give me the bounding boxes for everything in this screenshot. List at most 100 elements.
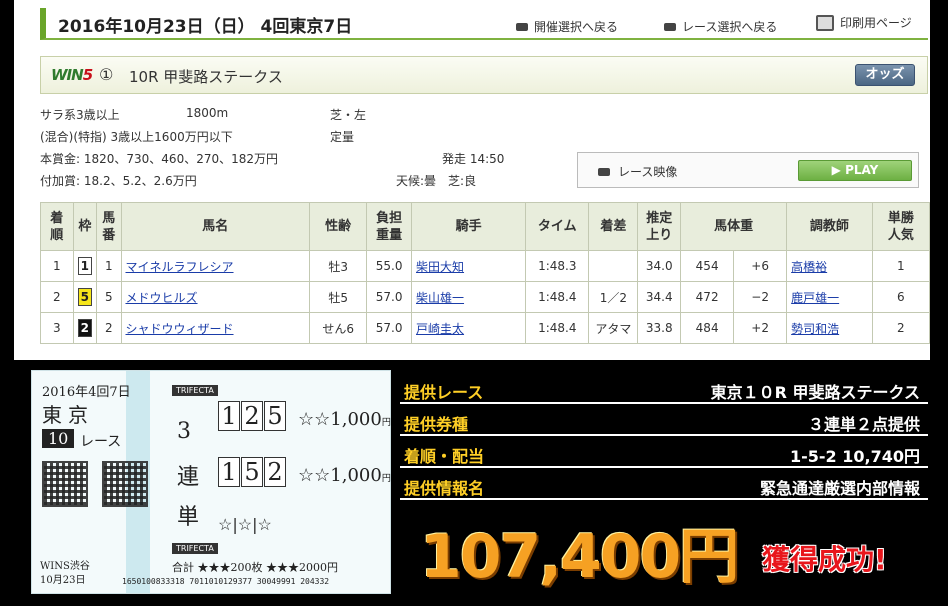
video-icon [516, 22, 528, 31]
ticket-stars: ☆|☆|☆ [218, 515, 272, 534]
horse-name-link[interactable]: マイネルラフレシア [126, 260, 234, 274]
ticket-total: 合計 ★★★200枚 ★★★2000円 [172, 561, 338, 574]
jockey-link[interactable]: 柴山雄一 [416, 291, 464, 305]
ticket-type-kanji-2: 連 [177, 465, 200, 490]
cell-pop: 1 [871, 250, 931, 282]
trainer-link[interactable]: 鹿戸雄一 [791, 291, 839, 305]
cell-pop: 6 [871, 281, 931, 313]
race-class: サラ系3歳以上 [40, 108, 120, 122]
ticket-type-bottom: TRIFECTA [172, 543, 218, 554]
waku-badge: 5 [77, 288, 92, 306]
cell-time: 1:48.4 [525, 312, 590, 344]
info-label: 提供券種 [404, 415, 469, 434]
table-row: 3 2 2 シャドウウィザード せん6 57.0 戸崎圭太 1:48.4 アタマ 33.8 484 +… [40, 312, 931, 344]
info-label: 提供情報名 [404, 479, 485, 498]
race-name: 10R 甲斐路ステークス [129, 68, 283, 86]
column-header: 単勝 人気 [871, 202, 931, 251]
qr-code-icon [42, 461, 88, 507]
info-row: 提供情報名 緊急通達厳選内部情報 [400, 470, 928, 500]
trainer-link[interactable]: 勢司和浩 [791, 322, 839, 336]
cell-agari: 34.0 [637, 250, 682, 282]
cell-agari: 34.4 [637, 281, 682, 313]
cell-kg: 55.0 [366, 250, 413, 282]
prize-money: 本賞金: 1820、730、460、270、182万円 [40, 152, 279, 166]
info-value: 東京１０R 甲斐路ステークス [710, 383, 920, 402]
cell-kg: 57.0 [366, 281, 413, 313]
ticket-type-top: TRIFECTA [172, 385, 218, 396]
cell-jockey: 戸崎圭太 [411, 312, 527, 344]
qr-code-icon [102, 461, 148, 507]
printer-icon [816, 14, 834, 31]
cell-horse: メドウヒルズ [120, 281, 311, 313]
table-header-row: 着 順枠馬 番馬名 性齢 負担 重量 騎手 タイム 着差 推定 上り 馬体重 調教師 単勝 人気 [40, 202, 931, 251]
cell-margin: 1／2 [588, 281, 639, 313]
info-label: 着順・配当 [404, 447, 485, 466]
cell-diff: +2 [733, 312, 788, 344]
ticket-type-kanji-3: 単 [177, 505, 200, 530]
cell-uma: 2 [96, 312, 122, 344]
weight-rule: 定量 [330, 130, 355, 144]
cell-bw: 484 [680, 312, 735, 344]
result-table: 着 順枠馬 番馬名 性齢 負担 重量 騎手 タイム 着差 推定 上り 馬体重 調教師 単勝 人気 … [40, 202, 931, 344]
cell-uma: 1 [96, 250, 122, 282]
ticket-amount-1: ☆☆1,000円 [298, 409, 391, 430]
ticket-venue: 東京 [42, 403, 94, 427]
cell-bw: 472 [680, 281, 735, 313]
back-to-race-label: レース選択へ戻る [682, 20, 778, 34]
ticket-serial: 1650100833318 7011010129377 30049991 204… [122, 577, 330, 586]
table-row: 1 1 1 マイネルラフレシア 牡3 55.0 柴田大知 1:48.3 34.0 454 +6 高橋裕… [40, 250, 931, 282]
cell-waku: 5 [72, 281, 98, 313]
back-to-meeting-label: 開催選択へ戻る [534, 20, 619, 34]
table-row: 2 5 5 メドウヒルズ 牡5 57.0 柴山雄一 1:48.4 1／2 34.4 472 −2 鹿戸雄… [40, 281, 931, 313]
horse-name-link[interactable]: シャドウウィザード [126, 322, 234, 336]
play-button[interactable]: ▶ PLAY [798, 160, 912, 181]
print-page-link[interactable]: 印刷用ページ [816, 14, 912, 31]
race-result-panel: 2016年10月23日（日） 4回東京7日 開催選択へ戻る レース選択へ戻る 印… [14, 0, 931, 360]
column-header: 着差 [588, 202, 639, 251]
jockey-link[interactable]: 柴田大知 [416, 260, 464, 274]
cell-pos: 1 [40, 250, 74, 282]
video-icon [664, 22, 676, 31]
cell-pos: 2 [40, 281, 74, 313]
column-header: 騎手 [411, 202, 527, 251]
cell-waku: 1 [72, 250, 98, 282]
cell-margin: アタマ [588, 312, 639, 344]
race-video-box: レース映像 ▶ PLAY [577, 152, 919, 188]
success-banner: 獲得成功! [762, 543, 887, 576]
cell-sex: 牡5 [309, 281, 368, 313]
waku-badge: 2 [77, 319, 92, 337]
ticket-race-number: 10 [42, 429, 75, 448]
info-row: 提供券種 ３連単２点提供 [400, 406, 928, 436]
ticket-shop-date: 10月23日 [40, 575, 86, 586]
cell-jockey: 柴山雄一 [411, 281, 527, 313]
odds-button[interactable]: オッズ [855, 64, 915, 86]
ticket-shop: WINS渋谷 [40, 561, 90, 572]
column-header: 負担 重量 [366, 202, 413, 251]
info-value: 1-5-2 10,740円 [790, 447, 920, 466]
cell-sex: せん6 [309, 312, 368, 344]
info-label: 提供レース [404, 383, 484, 402]
race-header: WIN5 ① 10R 甲斐路ステークス オッズ [40, 56, 928, 94]
cell-pop: 2 [871, 312, 931, 344]
column-header: 着 順 [40, 202, 74, 251]
back-to-meeting-link[interactable]: 開催選択へ戻る [516, 18, 618, 35]
race-condition: (混合)(特指) 3歳以上1600万円以下 [40, 130, 233, 144]
cell-time: 1:48.3 [525, 250, 590, 282]
horse-name-link[interactable]: メドウヒルズ [126, 291, 198, 305]
column-header: 馬名 [120, 202, 311, 251]
betting-ticket: 2016年4回7日 東京 10 レース TRIFECTA 3 連 単 125 ☆… [31, 370, 391, 594]
trainer-link[interactable]: 高橋裕 [791, 260, 827, 274]
win5-logo: WIN5 [51, 66, 93, 84]
info-row: 提供レース 東京１０R 甲斐路ステークス [400, 374, 928, 404]
cell-agari: 33.8 [637, 312, 682, 344]
ticket-combination-2: 152 [218, 457, 287, 487]
payout-amount: 107,400円 [420, 522, 739, 592]
cell-horse: シャドウウィザード [120, 312, 311, 344]
start-time: 発走 14:50 [442, 152, 505, 166]
column-header: タイム [525, 202, 590, 251]
bet-info-table: 提供レース 東京１０R 甲斐路ステークス 提供券種 ３連単２点提供 着順・配当 … [400, 374, 928, 502]
race-distance: 1800m [186, 106, 229, 120]
date-header: 2016年10月23日（日） 4回東京7日 開催選択へ戻る レース選択へ戻る 印… [40, 8, 928, 40]
back-to-race-link[interactable]: レース選択へ戻る [664, 18, 777, 35]
jockey-link[interactable]: 戸崎圭太 [416, 322, 464, 336]
